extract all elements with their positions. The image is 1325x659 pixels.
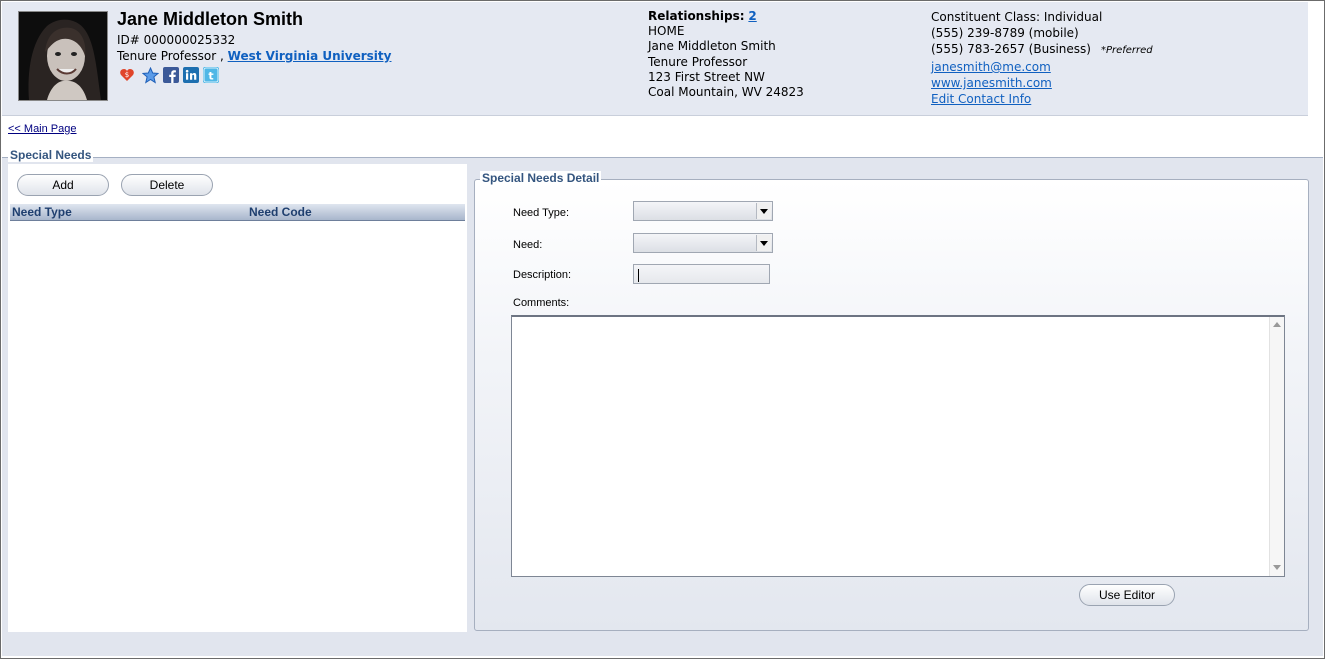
portrait-image xyxy=(19,12,107,100)
need-select[interactable] xyxy=(633,233,773,253)
address-street: 123 First Street NW xyxy=(648,69,765,84)
needs-grid-header: Need Type Need Code xyxy=(10,204,465,221)
need-type-select[interactable] xyxy=(633,201,773,221)
special-needs-list-panel: Add Delete Need Type Need Code xyxy=(8,164,467,632)
profile-photo xyxy=(18,11,108,101)
svg-text:t: t xyxy=(208,70,213,83)
institution-link[interactable]: West Virginia University xyxy=(228,49,392,63)
column-header-need-code[interactable]: Need Code xyxy=(249,204,312,220)
comments-scrollbar[interactable] xyxy=(1269,317,1284,576)
heart-icon[interactable]: $ xyxy=(119,67,135,86)
description-input[interactable] xyxy=(633,264,770,284)
address-city: Coal Mountain, WV 24823 xyxy=(648,85,804,100)
relationships-count-link[interactable]: 2 xyxy=(748,9,756,23)
chevron-down-icon[interactable] xyxy=(756,203,771,219)
description-label: Description: xyxy=(513,269,572,281)
comments-textarea[interactable] xyxy=(511,315,1285,577)
constituent-name: Jane Middleton Smith xyxy=(117,9,304,29)
comments-label: Comments: xyxy=(513,297,570,309)
linkedin-icon[interactable] xyxy=(183,67,199,86)
address-type: HOME xyxy=(648,24,685,39)
delete-button[interactable]: Delete xyxy=(121,174,213,196)
preferred-note: *Preferred xyxy=(1100,45,1153,56)
relationships-label: Relationships: xyxy=(648,9,745,23)
add-button[interactable]: Add xyxy=(17,174,109,196)
address-name: Jane Middleton Smith xyxy=(648,39,776,54)
constituent-title-line: Tenure Professor , West Virginia Univers… xyxy=(117,49,391,63)
need-type-label: Need Type: xyxy=(513,207,570,219)
star-icon[interactable] xyxy=(141,66,160,87)
relationships-column: Relationships: 2 HOME Jane Middleton Smi… xyxy=(648,9,804,100)
use-editor-button[interactable]: Use Editor xyxy=(1079,584,1175,606)
twitter-icon[interactable]: t xyxy=(203,67,219,86)
relationships-row: Relationships: 2 xyxy=(648,9,804,24)
email-link[interactable]: janesmith@me.com xyxy=(931,60,1051,74)
phone-business-row: (555) 783-2657 (Business) *Preferred xyxy=(931,41,1153,59)
need-label: Need: xyxy=(513,239,543,251)
address-title: Tenure Professor xyxy=(648,54,748,69)
website-link[interactable]: www.janesmith.com xyxy=(931,76,1052,90)
text-caret xyxy=(638,269,639,282)
contact-column: Constituent Class: Individual (555) 239-… xyxy=(931,9,1153,107)
facebook-icon[interactable] xyxy=(163,67,179,86)
scroll-up-icon[interactable] xyxy=(1273,322,1281,327)
phone-business: (555) 783-2657 (Business) xyxy=(931,42,1091,56)
scroll-down-icon[interactable] xyxy=(1273,565,1281,570)
special-needs-title: Special Needs xyxy=(8,148,94,162)
main-page-link[interactable]: << Main Page xyxy=(8,123,77,135)
column-header-need-type[interactable]: Need Type xyxy=(12,204,72,220)
phone-mobile: (555) 239-8789 (mobile) xyxy=(931,26,1079,40)
constituent-title: Tenure Professor , xyxy=(117,49,224,63)
constituent-class: Constituent Class: Individual xyxy=(931,10,1103,24)
special-needs-detail-title: Special Needs Detail xyxy=(480,171,602,185)
svg-text:$: $ xyxy=(125,71,129,79)
edit-contact-link[interactable]: Edit Contact Info xyxy=(931,92,1031,106)
chevron-down-icon[interactable] xyxy=(756,235,771,251)
constituent-id: ID# 000000025332 xyxy=(117,33,236,47)
